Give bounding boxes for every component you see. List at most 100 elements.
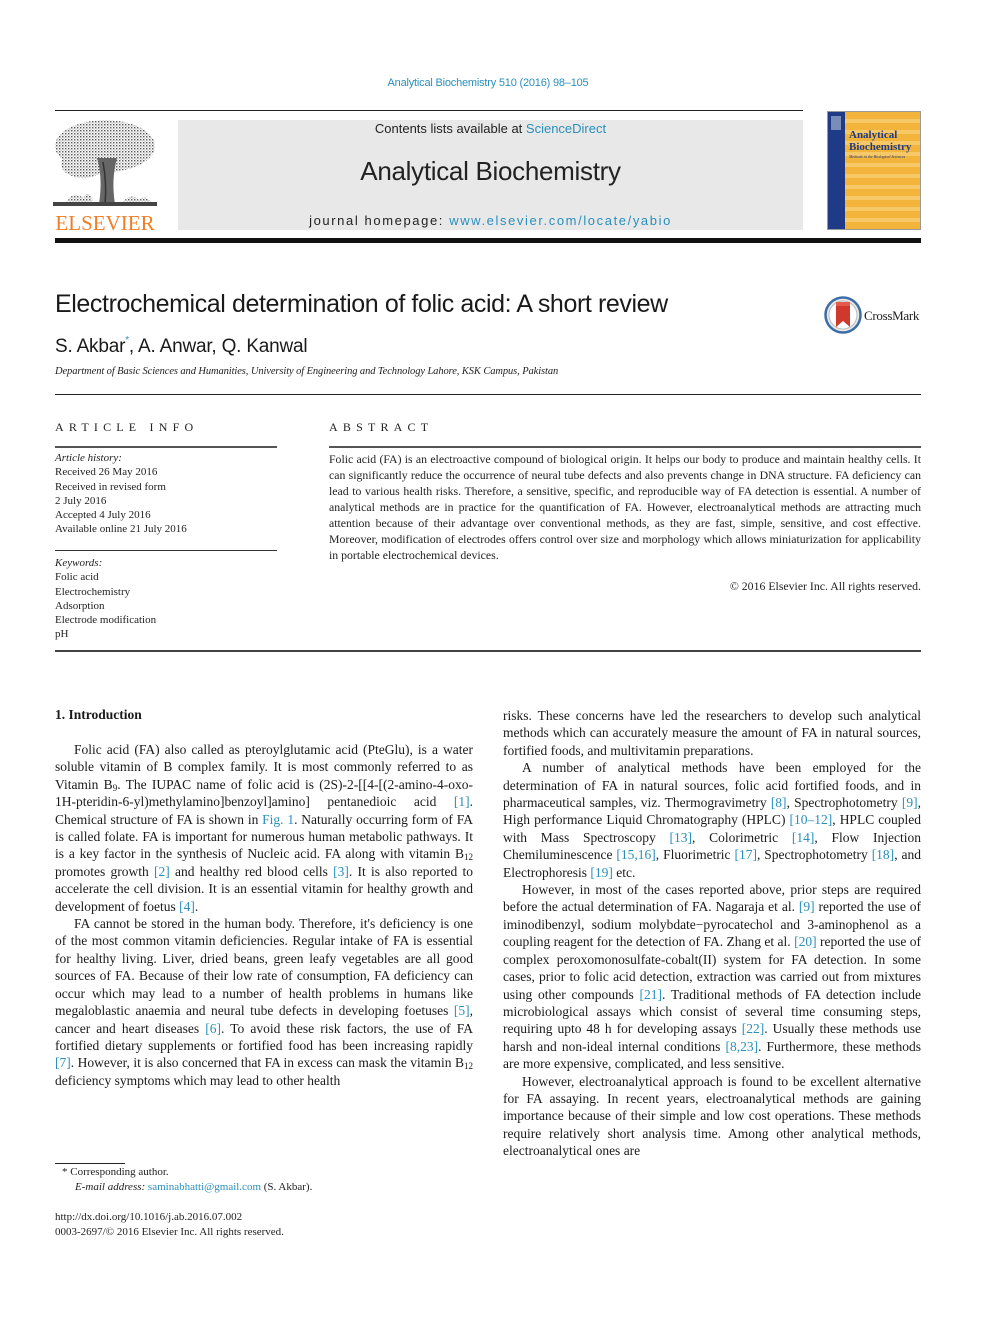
- subscript: 12: [464, 852, 473, 863]
- citation-link[interactable]: Fig. 1: [262, 812, 294, 827]
- citation-link[interactable]: [5]: [454, 1003, 470, 1018]
- contents-line: Contents lists available at ScienceDirec…: [178, 121, 803, 136]
- text-run: FA cannot be stored in the human body. T…: [55, 916, 473, 1019]
- author-list: S. Akbar*, A. Anwar, Q. Kanwal: [55, 335, 308, 358]
- keyword-item: Adsorption: [55, 599, 105, 612]
- citation-link[interactable]: [8]: [771, 795, 787, 810]
- doi-link[interactable]: http://dx.doi.org/10.1016/j.ab.2016.07.0…: [55, 1211, 242, 1223]
- crossmark-label: CrossMark: [864, 308, 920, 323]
- cover-logo-icon: [831, 116, 841, 130]
- header-thick-rule: [55, 238, 921, 243]
- text-run: .: [194, 898, 199, 914]
- citation-link[interactable]: [6]: [205, 1021, 221, 1036]
- citation-link[interactable]: [15,16]: [616, 847, 655, 862]
- homepage-link[interactable]: www.elsevier.com/locate/yabio: [449, 213, 672, 228]
- citation-link[interactable]: [20]: [794, 934, 817, 949]
- sciencedirect-link[interactable]: ScienceDirect: [526, 121, 606, 136]
- citation-link[interactable]: [1]: [454, 794, 470, 809]
- citation-link[interactable]: [19]: [590, 865, 613, 880]
- author-name: , A. Anwar, Q. Kanwal: [128, 336, 308, 357]
- keywords: Keywords: Folic acid Electrochemistry Ad…: [55, 556, 156, 642]
- text-run: and healthy red blood cells: [169, 863, 334, 879]
- citation-link[interactable]: [21]: [640, 987, 663, 1002]
- history-item: Received 26 May 2016: [55, 466, 158, 479]
- email-suffix: (S. Akbar).: [261, 1181, 313, 1193]
- article-title: Electrochemical determination of folic a…: [55, 290, 668, 318]
- paragraph: However, electroanalytical approach is f…: [503, 1073, 921, 1160]
- cover-subtitle: Methods in the Biological Sciences: [849, 154, 906, 159]
- cover-title-line2: Biochemistry: [849, 141, 912, 153]
- text-run: etc.: [612, 864, 636, 880]
- article-info-rule: [55, 446, 277, 448]
- crossmark-button[interactable]: CrossMark: [824, 296, 924, 336]
- text-run: , Spectrophotometry: [786, 795, 902, 811]
- crossmark-icon: [824, 296, 862, 334]
- subscript: 12: [464, 1061, 473, 1072]
- citation-link[interactable]: [2]: [154, 864, 170, 879]
- text-run: deficiency symptoms which may lead to ot…: [55, 1072, 341, 1088]
- abstract-text: Folic acid (FA) is an electroactive comp…: [329, 452, 921, 562]
- journal-cover-thumbnail[interactable]: Analytical Biochemistry Methods in the B…: [827, 111, 921, 230]
- keyword-item: pH: [55, 628, 69, 641]
- history-item: Accepted 4 July 2016: [55, 509, 151, 522]
- text-run: , Spectrophotometry: [756, 847, 872, 863]
- history-item: Received in revised form: [55, 480, 166, 493]
- text-run: , Fluorimetric: [655, 847, 735, 863]
- abstract-rule: [329, 446, 921, 448]
- history-item: 2 July 2016: [55, 494, 107, 507]
- footnote-rule: [55, 1163, 125, 1164]
- keywords-label: Keywords:: [55, 557, 103, 569]
- body-column-right: risks. These concerns have led the resea…: [503, 707, 921, 1160]
- paragraph: A number of analytical methods have been…: [503, 759, 921, 881]
- history-item: Available online 21 July 2016: [55, 523, 187, 536]
- keywords-rule: [55, 550, 277, 551]
- author-name: S. Akbar: [55, 336, 126, 357]
- homepage-prefix: journal homepage:: [309, 213, 450, 228]
- keyword-item: Folic acid: [55, 571, 99, 584]
- paragraph: However, in most of the cases reported a…: [503, 881, 921, 1072]
- citation-link[interactable]: [13]: [670, 830, 693, 845]
- cover-spine: [828, 112, 845, 229]
- title-rule: [55, 394, 921, 395]
- corresponding-author-note: * Corresponding author.: [62, 1166, 169, 1178]
- tree-icon: [53, 120, 157, 206]
- citation-link[interactable]: [17]: [734, 847, 757, 862]
- email-label: E-mail address:: [75, 1181, 148, 1193]
- email-line: E-mail address: saminabhatti@gmail.com (…: [75, 1181, 312, 1193]
- journal-citation-link[interactable]: Analytical Biochemistry 510 (2016) 98–10…: [0, 77, 976, 89]
- citation-link[interactable]: [9]: [799, 899, 815, 914]
- keyword-item: Electrochemistry: [55, 585, 131, 598]
- article-info-heading: ARTICLE INFO: [55, 420, 199, 434]
- front-matter-end-rule: [55, 650, 921, 652]
- journal-banner: Contents lists available at ScienceDirec…: [178, 120, 803, 230]
- citation-link[interactable]: [7]: [55, 1055, 71, 1070]
- text-run: , Colorimetric: [692, 829, 792, 845]
- affiliation: Department of Basic Sciences and Humanit…: [55, 366, 559, 377]
- issn-copyright: 0003-2697/© 2016 Elsevier Inc. All right…: [55, 1226, 284, 1238]
- email-link[interactable]: saminabhatti@gmail.com: [148, 1181, 261, 1193]
- text-run: . However, it is also concerned that FA …: [70, 1055, 464, 1071]
- citation-link[interactable]: [14]: [792, 830, 815, 845]
- citation-link[interactable]: [8,23]: [725, 1039, 758, 1054]
- citation-link[interactable]: [22]: [742, 1021, 765, 1036]
- cover-title: Analytical Biochemistry: [849, 129, 911, 153]
- citation-link[interactable]: [18]: [872, 847, 895, 862]
- paragraph: Folic acid (FA) also called as pteroylgl…: [55, 741, 473, 915]
- citation-link[interactable]: [10–12]: [790, 812, 833, 827]
- section-heading-introduction: 1. Introduction: [55, 707, 142, 722]
- elsevier-wordmark: ELSEVIER: [55, 211, 155, 235]
- text-run: However, electroanalytical approach is f…: [503, 1073, 921, 1159]
- abstract-heading: ABSTRACT: [329, 420, 434, 434]
- contents-prefix: Contents lists available at: [374, 121, 526, 136]
- keyword-item: Electrode modification: [55, 614, 157, 627]
- abstract-copyright: © 2016 Elsevier Inc. All rights reserved…: [729, 579, 921, 593]
- cover-title-line1: Analytical: [849, 129, 898, 141]
- paragraph: FA cannot be stored in the human body. T…: [55, 915, 473, 1089]
- citation-link[interactable]: [3]: [333, 864, 349, 879]
- citation-link[interactable]: [9]: [902, 795, 918, 810]
- text-run: . The IUPAC name of folic acid is (2S)-2…: [55, 776, 473, 810]
- text-run: promotes growth: [55, 863, 154, 879]
- text-run: risks. These concerns have led the resea…: [503, 708, 921, 758]
- journal-title: Analytical Biochemistry: [360, 156, 621, 186]
- citation-link[interactable]: [4]: [179, 899, 195, 914]
